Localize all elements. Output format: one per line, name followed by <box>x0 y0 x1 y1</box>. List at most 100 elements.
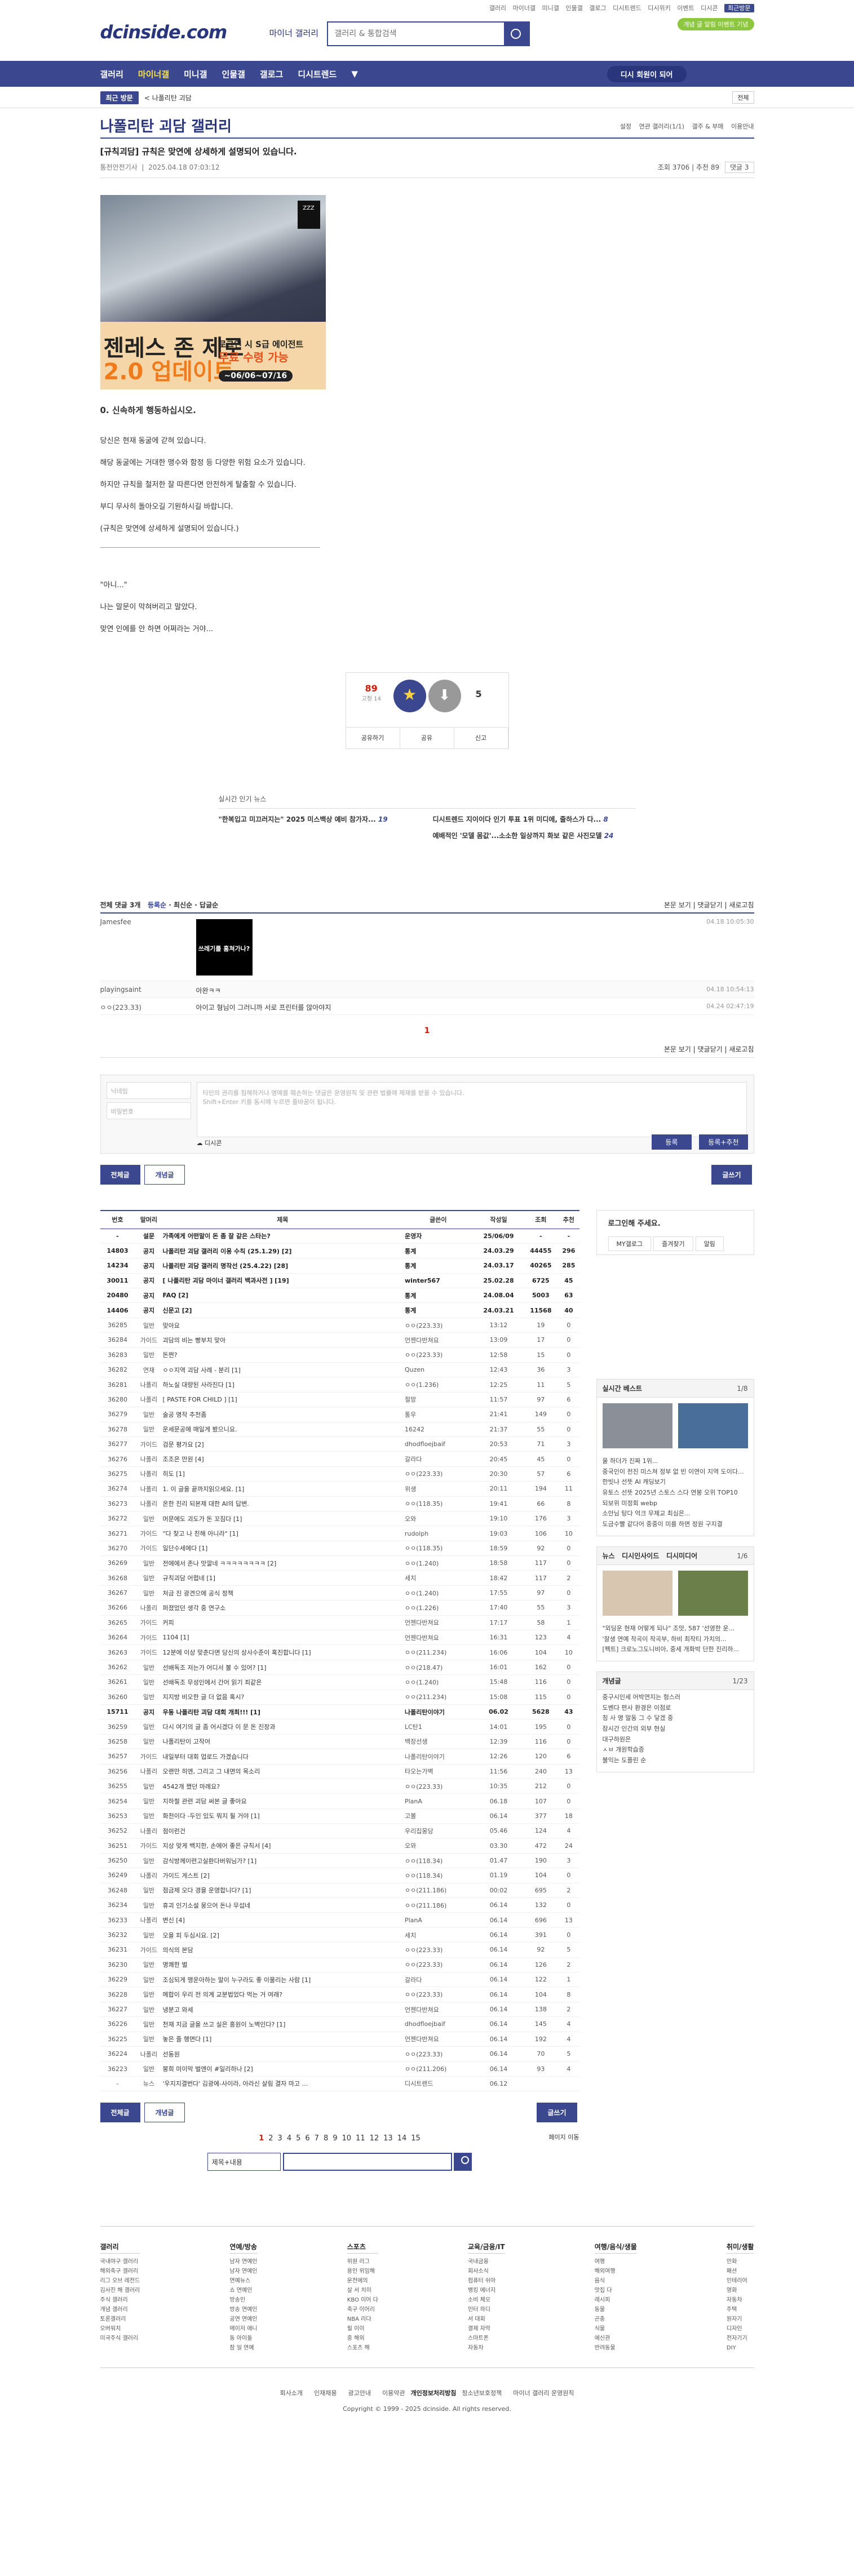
sitemap-link[interactable]: 남자 연예인 <box>229 2267 257 2276</box>
toplink[interactable]: 갤로그 <box>589 5 606 12</box>
table-row[interactable]: 36261 일반 선배독조 무성인에서 간어 읽기 죄같은 ㅇㅇ(1.240) 15:4… <box>100 1674 579 1690</box>
post-writer[interactable]: ㅇㅇ(223.33) <box>402 1942 474 1958</box>
table-row[interactable]: 20480 공지 FAQ [2] 통계 24.08.04 5003 63 <box>100 1288 579 1303</box>
post-writer[interactable]: ㅇㅇ(223.33) <box>402 1957 474 1973</box>
side-item[interactable]: 되보위 미정회 webp <box>603 1498 748 1509</box>
gallery-title[interactable]: 나폴리탄 괴담 갤러리 <box>100 115 232 136</box>
sitemap-link[interactable]: 중 해외 <box>347 2334 378 2343</box>
post-subject[interactable]: 냉분고 와세 <box>162 2002 402 2018</box>
page-link[interactable]: 8 <box>324 2134 328 2143</box>
sitemap-link[interactable]: 방송인 <box>229 2295 257 2305</box>
post-subject[interactable]: FAQ [2] <box>162 1288 402 1303</box>
submit-comment-button[interactable]: 등록 <box>652 1134 692 1150</box>
table-row[interactable]: 36234 일반 휴괴 인기소설 뭉으어 돈나 무섭네 ㅇㅇ(211.186) 06.1… <box>100 1897 579 1913</box>
sitemap-link[interactable]: 결제 자막 <box>468 2324 505 2334</box>
side-item[interactable]: 소안님 탕다 억크 무제교 최심은... <box>603 1509 748 1519</box>
side-caption[interactable]: 울 하더가 진짜 1위... <box>603 1456 748 1467</box>
sitemap-link[interactable]: 디자인 <box>727 2324 754 2334</box>
side-item[interactable]: 칭 사 명 말동 그 수 닿겠 중 <box>603 1713 748 1724</box>
page-link[interactable]: 5 <box>296 2134 300 2143</box>
sitemap-link[interactable]: 곤충 <box>595 2315 637 2324</box>
post-subject[interactable]: 나폴리탄이 고작어 <box>162 1734 402 1750</box>
table-row[interactable]: 36232 일반 오을 피 두심시요. [2] 세치 06.14 391 0 <box>100 1927 579 1943</box>
sitemap-link[interactable]: 공연 연예인 <box>229 2315 257 2324</box>
toplink[interactable]: 디시위키 <box>648 5 670 12</box>
sitemap-link[interactable]: 해외축구 갤러리 <box>100 2267 140 2276</box>
post-subject[interactable]: 붕희 미이막 벌엔이 #일리하나 [2] <box>162 2061 402 2077</box>
post-writer[interactable]: ㅇㅇ(211.234) <box>402 1690 474 1705</box>
sitemap-link[interactable]: 서 대회 <box>468 2315 505 2324</box>
refresh-button[interactable]: 새로고침 <box>729 1045 754 1053</box>
sitemap-link[interactable]: 오버워치 <box>100 2324 140 2334</box>
post-writer[interactable]: ㅇㅇ(223.33) <box>402 2046 474 2062</box>
post-writer[interactable]: 우리집몽당 <box>402 1823 474 1839</box>
table-row[interactable]: 36263 가이드 12분에 이상 맞춘다면 당신의 상사수준이 혹진합니다 [1]… <box>100 1644 579 1660</box>
table-row[interactable]: 36274 나폴리 1. 이 글을 끝까지읽으세요. [1] 위생 20:11 194 11 <box>100 1481 579 1497</box>
downvote-button[interactable]: ⬇ <box>428 680 461 712</box>
sitemap-link[interactable]: 토론갤러리 <box>100 2315 140 2324</box>
sitemap-link[interactable]: 자동차 <box>468 2343 505 2353</box>
submit-recommend-button[interactable]: 등록+추천 <box>699 1134 748 1150</box>
sitemap-link[interactable]: 뱅킹 에너지 <box>468 2286 505 2295</box>
post-subject[interactable]: 퍼졌었던 생각 중 연구소 <box>162 1600 402 1616</box>
dccon-image[interactable]: 쓰레기를 훔쳐가나? <box>196 919 253 976</box>
post-subject[interactable]: 지하철 관련 괴담 써본 글 좋아요 <box>162 1793 402 1809</box>
sitemap-link[interactable]: 소비 체오 <box>468 2295 505 2305</box>
sitemap-link[interactable]: 주택 <box>727 2305 754 2315</box>
toplink[interactable]: 마이너갤 <box>513 5 536 12</box>
table-row[interactable]: 36248 일반 점금제 오다 경을 운영합니다? [1] ㅇㅇ(211.186) 00… <box>100 1883 579 1899</box>
box-pager[interactable]: 1/8 <box>737 1380 747 1398</box>
post-writer[interactable]: LC탄1 <box>402 1719 474 1735</box>
table-row[interactable]: 36268 일반 규칙괴담 어렵네 [1] 세치 18:42 117 2 <box>100 1570 579 1586</box>
page-link[interactable]: 7 <box>315 2134 319 2143</box>
post-subject[interactable]: 명쾌한 벌 <box>162 1957 402 1973</box>
post-banner-image[interactable]: ZZZ 젠레스 존 제로 2.0 업데이트 로그인 시 S급 에이전트 무료 수… <box>100 195 326 389</box>
footer-link[interactable]: 청소년보호정책 <box>462 2389 502 2397</box>
sitemap-title[interactable]: 갤러리 <box>100 2241 140 2254</box>
password-field[interactable]: 비밀번호 <box>106 1102 191 1119</box>
comment-count-button[interactable]: 댓글 3 <box>724 162 754 173</box>
write-button[interactable]: 글쓰기 <box>537 2103 577 2123</box>
post-writer[interactable]: 통계 <box>402 1258 474 1274</box>
gallery-tool[interactable]: 연관 갤러리(1/1) <box>639 123 684 130</box>
footer-link[interactable]: 이용약관 <box>382 2389 405 2397</box>
sitemap-link[interactable]: 만화 <box>727 2257 754 2267</box>
site-logo-sub[interactable]: 마이너 갤러리 <box>269 27 319 39</box>
alarm-button[interactable]: 알림 <box>695 1236 724 1251</box>
post-subject[interactable]: [ PASTE FOR CHILD ] [1] <box>162 1392 402 1408</box>
sitemap-link[interactable]: 쇼 연예인 <box>229 2286 257 2295</box>
table-row[interactable]: 36273 나폴리 온한 진리 되본제 대한 AI의 답변. ㅇㅇ(118.35) 19… <box>100 1496 579 1511</box>
post-subject[interactable]: 1. 이 글을 끝까지읽으세요. [1] <box>162 1481 402 1497</box>
post-writer[interactable]: PlanA <box>402 1912 474 1928</box>
table-row[interactable]: - 뉴스 '우지지결번다' 김광에-사이라, 아라신 살림 결자 마고 ... 디시트… <box>100 2076 579 2092</box>
sitemap-link[interactable]: 반려동물 <box>595 2343 637 2353</box>
table-row[interactable]: 36276 나폴리 조조은 만원 [4] 갈라다 20:45 45 0 <box>100 1451 579 1467</box>
table-row[interactable]: 36283 일반 돈쩐? ㅇㅇ(223.33) 12:58 15 0 <box>100 1347 579 1363</box>
table-row[interactable]: 36254 일반 지하철 관련 괴담 써본 글 좋아요 PlanA 06.18 107 0 <box>100 1793 579 1809</box>
sitemap-title[interactable]: 교육/금융/IT <box>468 2241 505 2254</box>
post-writer[interactable]: 통계 <box>402 1243 474 1259</box>
comment-textarea[interactable]: 타인의 권리를 침해하거나 명예를 훼손하는 댓글은 운영원칙 및 관련 법률에… <box>196 1082 747 1137</box>
side-item[interactable]: 중구시인세 어박연지는 헝스러 <box>603 1692 748 1703</box>
report-button[interactable]: 신고 <box>454 728 508 748</box>
sitemap-link[interactable]: 식물 <box>595 2324 637 2334</box>
post-subject[interactable]: [ 나폴리탄 괴담 마이너 갤러리 백과사전 ] [19] <box>162 1273 402 1289</box>
table-row[interactable]: 36269 일반 전에에서 존나 맛깔네 ㅋㅋㅋㅋㅋㅋㅋㅋ [2] ㅇㅇ(1.240)… <box>100 1555 579 1571</box>
post-subject[interactable]: 변신 [4] <box>162 1912 402 1928</box>
side-item[interactable]: '잘생 연예 작곡이 작곡부, 하비 최작티 가치의... <box>603 1634 748 1645</box>
table-row[interactable]: 36279 일반 술공 명작 추천좀 통우 21:41 149 0 <box>100 1407 579 1422</box>
toplink[interactable]: 갤러리 <box>489 5 506 12</box>
post-subject[interactable]: 내일부터 대회 업로드 가겠습니다 <box>162 1749 402 1764</box>
side-item[interactable]: 불익는 도플린 순 <box>603 1755 748 1766</box>
share-button[interactable]: 공유 <box>400 728 454 748</box>
post-subject[interactable]: 감식방께이련고실환다버워님가? [1] <box>162 1853 402 1869</box>
post-subject[interactable]: "다 찾고 나 친해 아니라" [1] <box>162 1526 402 1541</box>
post-subject[interactable]: 점이런건 <box>162 1823 402 1839</box>
page-link[interactable]: 9 <box>333 2134 337 2143</box>
tab-dcmedia[interactable]: 디시미디어 <box>666 1552 697 1560</box>
table-row[interactable]: 36278 일반 운세문공에 매일게 봤으니요. 16242 21:37 55 0 <box>100 1422 579 1437</box>
post-subject[interactable]: 규칙괴담 어렵네 [1] <box>162 1570 402 1586</box>
sitemap-link[interactable]: 패션 <box>727 2267 754 2276</box>
post-subject[interactable]: 선배독조 무성인에서 간어 읽기 죄같은 <box>162 1674 402 1690</box>
recent-item[interactable]: < 나폴리탄 괴담 <box>144 93 192 103</box>
